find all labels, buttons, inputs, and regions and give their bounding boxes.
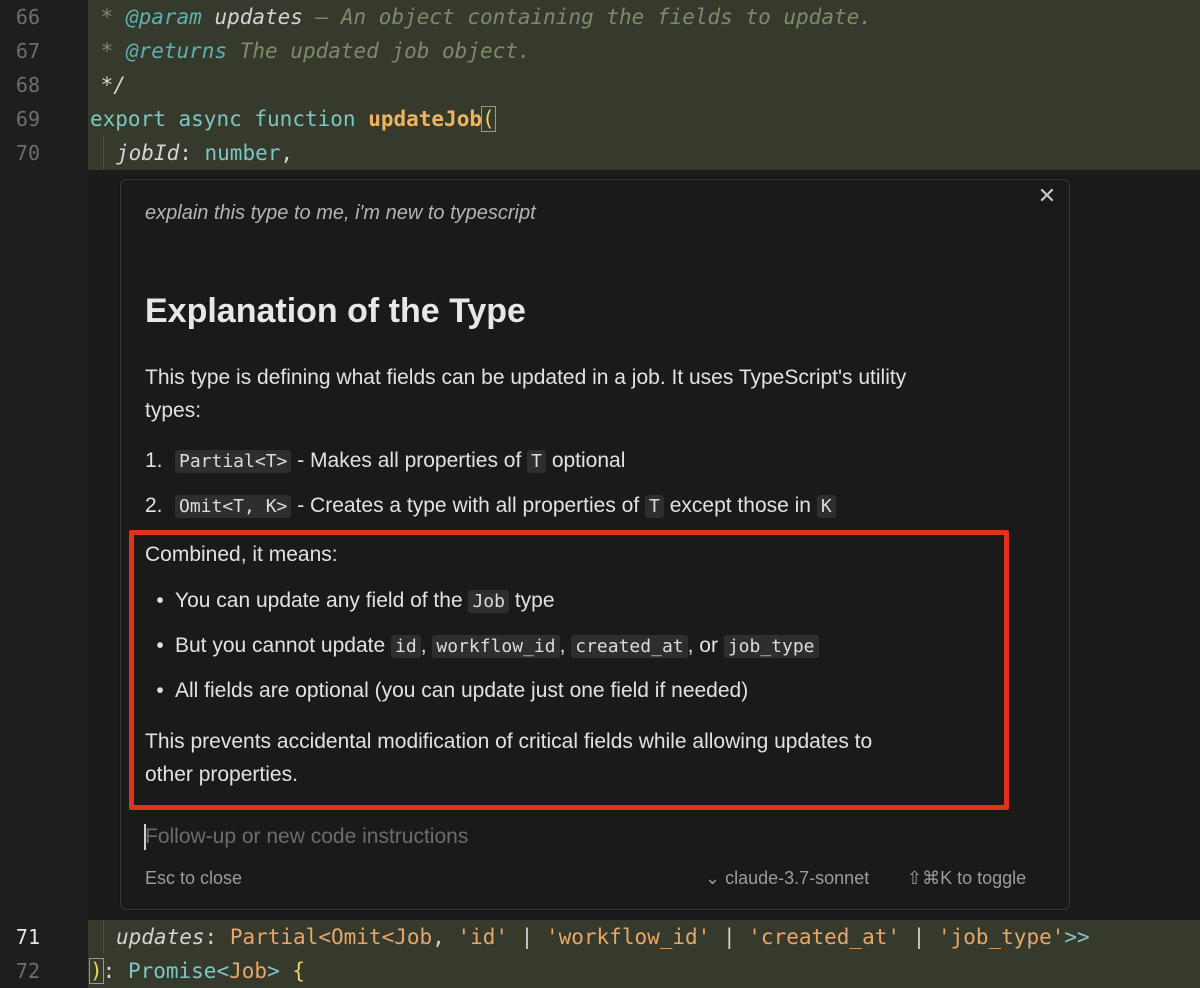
model-name: claude-3.7-sonnet xyxy=(725,868,870,888)
bullet-item: • But you cannot update id, workflow_id, … xyxy=(145,629,1025,663)
code-text: updates: Partial<Omit<Job, 'id' | 'workf… xyxy=(116,925,1090,949)
text-caret xyxy=(144,824,146,850)
code-text: jobId: number, xyxy=(116,141,294,165)
bracket-match: ( xyxy=(481,106,496,132)
bracket-match: ) xyxy=(89,958,104,984)
code-line-67[interactable]: 67 * @returns The updated job object. xyxy=(0,34,1200,68)
model-selector[interactable]: ⌄ claude-3.7-sonnet xyxy=(705,868,869,889)
line-number: 68 xyxy=(15,73,40,97)
list-item: 2. Omit<T, K> - Creates a type with all p… xyxy=(145,489,1025,523)
indent-guide xyxy=(103,136,104,170)
response-heading: Explanation of the Type xyxy=(145,292,526,330)
combined-heading: Combined, it means: xyxy=(145,543,338,566)
code-text: export async function updateJob( xyxy=(90,106,496,132)
line-number: 67 xyxy=(15,39,40,63)
line-number: 71 xyxy=(15,925,40,949)
code-text: */ xyxy=(88,73,126,97)
line-number: 69 xyxy=(15,107,40,131)
followup-placeholder: Follow-up or new code instructions xyxy=(145,825,469,848)
code-line-66[interactable]: 66 * @param updates — An object containi… xyxy=(0,0,1200,34)
close-icon[interactable]: ✕ xyxy=(1037,185,1057,207)
bullet-item: • You can update any field of the Job typ… xyxy=(156,589,555,613)
line-number: 66 xyxy=(15,5,40,29)
code-text: * @param updates — An object containing … xyxy=(88,5,872,29)
followup-input[interactable]: Follow-up or new code instructions xyxy=(144,820,1035,854)
indent-guide xyxy=(103,920,104,954)
code-line-72[interactable]: 72 ): Promise<Job> { xyxy=(0,954,1200,988)
code-line-68[interactable]: 68 */ xyxy=(0,68,1200,102)
inline-chat-panel: ✕ explain this type to me, i'm new to ty… xyxy=(120,179,1070,910)
code-line-70[interactable]: 70 jobId: number, xyxy=(0,136,1200,170)
code-line-69[interactable]: 69 export async function updateJob( xyxy=(0,102,1200,136)
code-line-71[interactable]: 71 updates: Partial<Omit<Job, 'id' | 'wo… xyxy=(0,920,1200,954)
esc-hint: Esc to close xyxy=(145,868,243,888)
line-number: 72 xyxy=(15,959,40,983)
code-text: * @returns The updated job object. xyxy=(88,39,531,63)
intro-paragraph: This type is defining what fields can be… xyxy=(145,366,907,422)
outro-paragraph: This prevents accidental modification of… xyxy=(145,730,873,786)
list-item: 1. Partial<T> - Makes all properties of T… xyxy=(145,449,626,473)
line-number: 70 xyxy=(15,141,40,165)
toggle-hint: ⇧⌘K to toggle xyxy=(907,868,1027,888)
code-text: ): Promise<Job> { xyxy=(89,958,306,984)
user-prompt: explain this type to me, i'm new to type… xyxy=(145,202,536,224)
chevron-down-icon: ⌄ xyxy=(705,868,721,888)
bullet-item: • All fields are optional (you can update… xyxy=(156,679,749,702)
